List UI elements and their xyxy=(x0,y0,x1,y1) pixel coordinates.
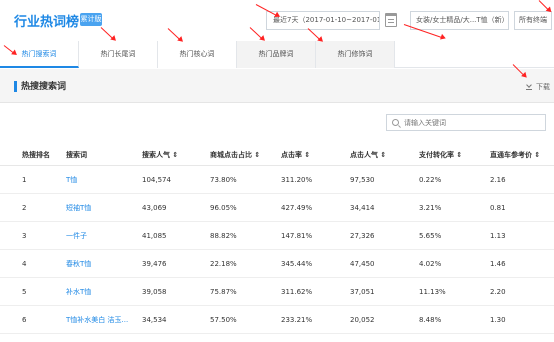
rank-cell: 3 xyxy=(22,232,27,240)
table-row: 2 短袖T恤 43,069 96.05% 427.49% 34,414 3.21… xyxy=(0,194,554,222)
search-popularity-cell: 41,085 xyxy=(142,232,167,240)
click-rate-cell: 147.81% xyxy=(281,232,313,240)
click-popularity-cell: 34,414 xyxy=(350,204,375,212)
rank-cell: 5 xyxy=(22,288,27,296)
tab-hot-core[interactable]: 热门核心词 xyxy=(158,41,237,68)
download-icon xyxy=(525,84,532,90)
click-rate-cell: 311.62% xyxy=(281,288,313,296)
click-rate-cell: 345.44% xyxy=(281,260,313,268)
ppc-price-cell: 1.30 xyxy=(490,316,506,324)
keyword-link[interactable]: T恤 xyxy=(66,166,138,193)
tab-hot-brand[interactable]: 热门品牌词 xyxy=(237,41,316,68)
hot-words-tabs: 热门搜索词 热门长尾词 热门核心词 热门品牌词 热门修饰词 xyxy=(0,41,554,68)
rank-cell: 2 xyxy=(22,204,27,212)
column-header-rank: 热搜排名 xyxy=(22,151,50,159)
section-accent-bar xyxy=(14,81,17,92)
search-popularity-cell: 43,069 xyxy=(142,204,167,212)
pay-conversion-cell: 0.22% xyxy=(419,176,442,184)
pay-conversion-cell: 8.48% xyxy=(419,316,442,324)
pay-conversion-cell: 4.02% xyxy=(419,260,442,268)
column-header-click-popularity[interactable]: 点击人气 ⇕ xyxy=(350,144,408,165)
search-icon xyxy=(392,119,399,126)
mall-click-share-cell: 73.80% xyxy=(210,176,237,184)
tab-hot-search[interactable]: 热门搜索词 xyxy=(0,41,79,68)
table-row: 1 T恤 104,574 73.80% 311.20% 97,530 0.22%… xyxy=(0,166,554,194)
search-input[interactable] xyxy=(404,116,542,129)
keyword-link[interactable]: 补水T恤 xyxy=(66,278,138,305)
click-popularity-cell: 47,450 xyxy=(350,260,375,268)
click-popularity-cell: 27,326 xyxy=(350,232,375,240)
ppc-price-cell: 2.20 xyxy=(490,288,506,296)
mall-click-share-cell: 57.50% xyxy=(210,316,237,324)
pay-conversion-cell: 5.65% xyxy=(419,232,442,240)
pay-conversion-cell: 3.21% xyxy=(419,204,442,212)
section-title: 热搜搜索词 xyxy=(21,82,67,92)
column-header-ppc-price[interactable]: 直通车参考价 ⇕ xyxy=(490,144,550,165)
search-popularity-cell: 34,534 xyxy=(142,316,167,324)
keyword-search[interactable] xyxy=(386,114,546,131)
click-rate-cell: 427.49% xyxy=(281,204,313,212)
click-popularity-cell: 37,051 xyxy=(350,288,375,296)
search-popularity-cell: 39,476 xyxy=(142,260,167,268)
mall-click-share-cell: 88.82% xyxy=(210,232,237,240)
column-header-click-rate[interactable]: 点击率 ⇕ xyxy=(281,144,339,165)
click-popularity-cell: 20,052 xyxy=(350,316,375,324)
mall-click-share-cell: 22.18% xyxy=(210,260,237,268)
search-popularity-cell: 104,574 xyxy=(142,176,171,184)
keyword-link[interactable]: T恤补水美白 洁玉... xyxy=(66,306,138,333)
download-button[interactable]: 下载 xyxy=(525,82,550,92)
table-header-row: 热搜排名 搜索词 搜索人气 ⇕ 商城点击占比 ⇕ 点击率 ⇕ 点击人气 ⇕ 支付… xyxy=(0,144,554,166)
ppc-price-cell: 2.16 xyxy=(490,176,506,184)
tab-hot-longtail[interactable]: 热门长尾词 xyxy=(79,41,158,68)
search-popularity-cell: 39,058 xyxy=(142,288,167,296)
industry-hot-words-page: 行业热词榜 累计版 最近7天（2017-01-10~2017-01-16） 女装… xyxy=(0,0,554,342)
table-row: 4 春秋T恤 39,476 22.18% 345.44% 47,450 4.02… xyxy=(0,250,554,278)
terminal-select[interactable]: 所有终端 xyxy=(514,11,552,30)
keyword-link[interactable]: 一件子 xyxy=(66,222,138,249)
table-row: 6 T恤补水美白 洁玉... 34,534 57.50% 233.21% 20,… xyxy=(0,306,554,334)
mall-click-share-cell: 96.05% xyxy=(210,204,237,212)
table-row: 3 一件子 41,085 88.82% 147.81% 27,326 5.65%… xyxy=(0,222,554,250)
click-popularity-cell: 97,530 xyxy=(350,176,375,184)
rank-cell: 6 xyxy=(22,316,27,324)
title-badge: 累计版 xyxy=(80,13,102,26)
mall-click-share-cell: 75.87% xyxy=(210,288,237,296)
page-title-text: 行业热词榜 xyxy=(14,15,80,30)
category-select[interactable]: 女装/女士精品/大...T恤（新） xyxy=(410,11,509,30)
keyword-link[interactable]: 短袖T恤 xyxy=(66,194,138,221)
rank-cell: 4 xyxy=(22,260,27,268)
date-range-field[interactable]: 最近7天（2017-01-10~2017-01-16） xyxy=(266,11,380,30)
column-header-mall-click-share[interactable]: 商城点击占比 ⇕ xyxy=(210,144,276,165)
click-rate-cell: 233.21% xyxy=(281,316,313,324)
rank-cell: 1 xyxy=(22,176,27,184)
table-row: 5 补水T恤 39,058 75.87% 311.62% 37,051 11.1… xyxy=(0,278,554,306)
calendar-icon[interactable] xyxy=(385,13,397,27)
click-rate-cell: 311.20% xyxy=(281,176,313,184)
tab-hot-modifier[interactable]: 热门修饰词 xyxy=(316,41,395,68)
download-label: 下载 xyxy=(536,83,550,91)
page-title: 行业热词榜 xyxy=(14,11,79,30)
ppc-price-cell: 1.13 xyxy=(490,232,506,240)
column-header-pay-conversion[interactable]: 支付转化率 ⇕ xyxy=(419,144,473,165)
ppc-price-cell: 0.81 xyxy=(490,204,506,212)
pay-conversion-cell: 11.13% xyxy=(419,288,446,296)
keyword-link[interactable]: 春秋T恤 xyxy=(66,250,138,277)
page-header: 行业热词榜 累计版 最近7天（2017-01-10~2017-01-16） 女装… xyxy=(0,0,554,42)
ppc-price-cell: 1.46 xyxy=(490,260,506,268)
column-header-keyword: 搜索词 xyxy=(66,151,87,159)
section-header: 热搜搜索词 下载 xyxy=(0,69,554,103)
column-header-search-popularity[interactable]: 搜索人气 ⇕ xyxy=(142,144,202,165)
hot-search-table: 热搜排名 搜索词 搜索人气 ⇕ 商城点击占比 ⇕ 点击率 ⇕ 点击人气 ⇕ 支付… xyxy=(0,144,554,334)
